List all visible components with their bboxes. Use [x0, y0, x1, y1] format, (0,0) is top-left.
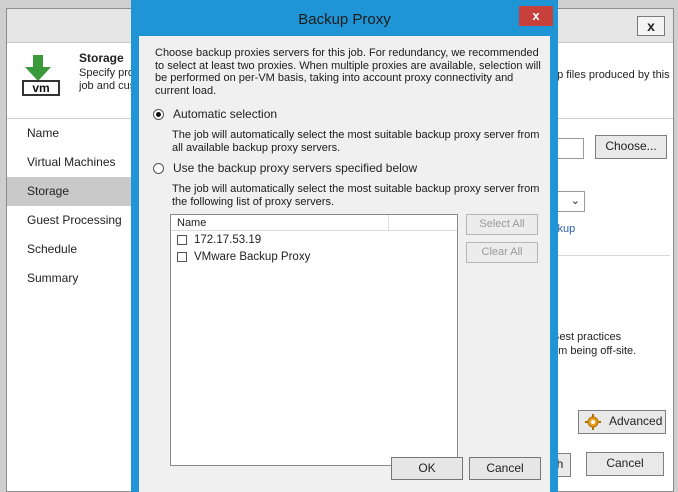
select-all-button[interactable]: Select All [466, 214, 538, 235]
backup-proxy-dialog: Backup Proxy x Choose backup proxies ser… [131, 0, 558, 492]
list-item[interactable]: 172.17.53.19 [177, 232, 261, 248]
nav-item-name[interactable]: Name [7, 119, 132, 148]
automatic-description: The job will automatically select the mo… [172, 129, 540, 154]
radio-automatic-selection[interactable]: Automatic selection [153, 107, 277, 121]
column-divider [388, 215, 389, 230]
gear-icon [585, 414, 601, 430]
radio-use-specified-indicator[interactable] [153, 162, 164, 174]
radio-use-specified-proxies[interactable]: Use the backup proxy servers specified b… [153, 161, 417, 175]
wizard-step-description-right: up files produced by this [551, 69, 670, 81]
advanced-button[interactable]: Advanced [578, 410, 666, 434]
dialog-intro-text: Choose backup proxies servers for this j… [155, 47, 541, 97]
wizard-step-description-line1: Specify pro [79, 67, 135, 79]
best-practices-line1: Best practices [552, 331, 622, 343]
best-practices-line2: em being off-site. [552, 345, 637, 357]
proxy-list-header: Name [171, 215, 457, 231]
wizard-step-title: Storage [79, 51, 124, 65]
storage-vm-icon-text: vm [32, 81, 49, 95]
nav-item-storage[interactable]: Storage [7, 177, 132, 206]
column-header-name[interactable]: Name [177, 217, 206, 229]
radio-automatic-indicator[interactable] [153, 108, 164, 120]
list-item-checkbox[interactable] [177, 235, 187, 245]
list-item-checkbox[interactable] [177, 252, 187, 262]
clear-all-button[interactable]: Clear All [466, 242, 538, 263]
advanced-button-label: Advanced [609, 414, 663, 428]
radio-automatic-label: Automatic selection [173, 107, 278, 121]
choose-button[interactable]: Choose... [595, 135, 667, 159]
nav-item-guest-processing[interactable]: Guest Processing [7, 206, 132, 235]
dialog-title: Backup Proxy [298, 11, 391, 28]
nav-item-schedule[interactable]: Schedule [7, 235, 132, 264]
ok-button[interactable]: OK [391, 457, 463, 480]
radio-use-specified-label: Use the backup proxy servers specified b… [173, 161, 418, 175]
proxy-list[interactable]: Name 172.17.53.19 VMware Backup Proxy [170, 214, 458, 466]
list-item-label: VMware Backup Proxy [194, 251, 311, 263]
chevron-down-icon: ⌄ [570, 195, 580, 207]
storage-vm-icon: vm [22, 55, 60, 96]
dialog-cancel-button[interactable]: Cancel [469, 457, 541, 480]
list-item[interactable]: VMware Backup Proxy [177, 249, 310, 265]
nav-item-summary[interactable]: Summary [7, 264, 132, 293]
dialog-body: Choose backup proxies servers for this j… [139, 36, 550, 492]
wizard-nav: Name Virtual Machines Storage Guest Proc… [7, 119, 132, 293]
list-item-label: 172.17.53.19 [194, 234, 262, 246]
dialog-close-button[interactable]: x [519, 6, 553, 26]
wizard-step-description-line2: job and cus [79, 80, 136, 92]
divider [552, 255, 670, 256]
use-specified-description: The job will automatically select the mo… [172, 183, 540, 208]
wizard-cancel-button[interactable]: Cancel [586, 452, 664, 476]
nav-item-virtual-machines[interactable]: Virtual Machines [7, 148, 132, 177]
wizard-close-button[interactable]: x [637, 16, 665, 36]
wizard-step-description: Specify pro job and cus [79, 67, 139, 93]
